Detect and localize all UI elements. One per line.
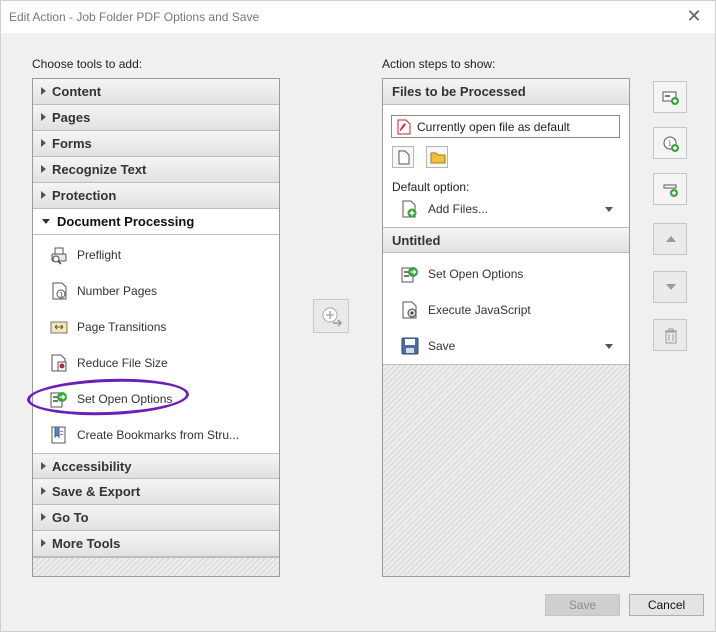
cancel-button[interactable]: Cancel xyxy=(629,594,704,616)
chevron-right-icon xyxy=(41,513,46,521)
folder-icon xyxy=(430,151,446,164)
untitled-header[interactable]: Untitled xyxy=(383,227,629,253)
chevron-right-icon xyxy=(41,165,46,173)
save-button[interactable]: Save xyxy=(545,594,620,616)
open-folder-button[interactable] xyxy=(426,146,448,168)
tool-number-pages[interactable]: 1 Number Pages xyxy=(33,273,279,309)
category-protection[interactable]: Protection xyxy=(33,183,279,209)
panel-add-icon xyxy=(662,181,680,199)
dropdown-arrow-icon xyxy=(605,207,613,212)
move-up-button[interactable] xyxy=(653,223,687,255)
action-steps-panel: Files to be Processed Currently open fil… xyxy=(382,78,630,577)
category-accessibility[interactable]: Accessibility xyxy=(33,453,279,479)
add-files-dropdown[interactable]: Add Files... xyxy=(383,191,629,227)
category-save-export[interactable]: Save & Export xyxy=(33,479,279,505)
file-source-field[interactable]: Currently open file as default xyxy=(391,115,620,138)
chevron-right-icon xyxy=(41,139,46,147)
category-forms[interactable]: Forms xyxy=(33,131,279,157)
tool-reduce-file-size[interactable]: Reduce File Size xyxy=(33,345,279,381)
blank-page-icon xyxy=(398,150,410,165)
files-to-be-processed-header: Files to be Processed xyxy=(383,79,629,105)
dropdown-arrow-icon[interactable] xyxy=(605,344,613,349)
tool-preflight[interactable]: Preflight xyxy=(33,237,279,273)
add-files-icon xyxy=(400,199,420,219)
chevron-right-icon xyxy=(41,539,46,547)
window-title: Edit Action - Job Folder PDF Options and… xyxy=(9,10,260,24)
tools-panel-empty-area xyxy=(33,557,279,576)
trash-icon xyxy=(664,328,678,344)
arrow-up-icon xyxy=(666,236,676,242)
tool-create-bookmarks[interactable]: Create Bookmarks from Stru... xyxy=(33,417,279,453)
page-transitions-icon xyxy=(49,317,69,337)
add-panel-button[interactable] xyxy=(653,173,687,205)
pdf-file-icon xyxy=(397,119,411,135)
new-file-button[interactable] xyxy=(392,146,414,168)
info-add-icon: i xyxy=(662,135,680,153)
close-icon[interactable]: ✕ xyxy=(685,7,703,25)
insert-step-icon xyxy=(662,89,680,107)
category-pages[interactable]: Pages xyxy=(33,105,279,131)
steps-panel-empty-area xyxy=(383,364,629,576)
chevron-right-icon xyxy=(41,191,46,199)
add-instruction-button[interactable]: i xyxy=(653,127,687,159)
category-more-tools[interactable]: More Tools xyxy=(33,531,279,557)
chevron-right-icon xyxy=(41,87,46,95)
preflight-icon xyxy=(49,245,69,265)
insert-step-button[interactable] xyxy=(653,81,687,113)
arrow-down-icon xyxy=(666,284,676,290)
delete-step-button[interactable] xyxy=(653,319,687,351)
chevron-down-icon xyxy=(42,219,50,224)
add-arrow-icon xyxy=(321,306,343,328)
tool-page-transitions[interactable]: Page Transitions xyxy=(33,309,279,345)
bookmarks-icon xyxy=(49,425,69,445)
set-open-options-icon xyxy=(400,264,420,284)
move-down-button[interactable] xyxy=(653,271,687,303)
step-save[interactable]: Save xyxy=(383,328,629,364)
svg-text:i: i xyxy=(669,139,672,148)
chevron-right-icon xyxy=(41,113,46,121)
category-content[interactable]: Content xyxy=(33,79,279,105)
category-recognize-text[interactable]: Recognize Text xyxy=(33,157,279,183)
svg-text:1: 1 xyxy=(60,292,64,299)
edit-action-dialog: Edit Action - Job Folder PDF Options and… xyxy=(0,0,716,632)
step-execute-javascript[interactable]: Execute JavaScript xyxy=(383,292,629,328)
floppy-disk-icon xyxy=(400,336,420,356)
title-bar: Edit Action - Job Folder PDF Options and… xyxy=(1,1,715,33)
action-steps-label: Action steps to show: xyxy=(382,57,496,71)
tools-panel: Content Pages Forms Recognize Text Prote… xyxy=(32,78,280,577)
category-go-to[interactable]: Go To xyxy=(33,505,279,531)
javascript-gear-icon xyxy=(400,300,420,320)
chevron-right-icon xyxy=(41,462,46,470)
chevron-right-icon xyxy=(41,487,46,495)
add-to-steps-button[interactable] xyxy=(313,299,349,333)
number-pages-icon: 1 xyxy=(49,281,69,301)
category-document-processing[interactable]: Document Processing xyxy=(33,209,279,235)
step-set-open-options[interactable]: Set Open Options xyxy=(383,256,629,292)
choose-tools-label: Choose tools to add: xyxy=(32,57,143,71)
reduce-file-size-icon xyxy=(49,353,69,373)
